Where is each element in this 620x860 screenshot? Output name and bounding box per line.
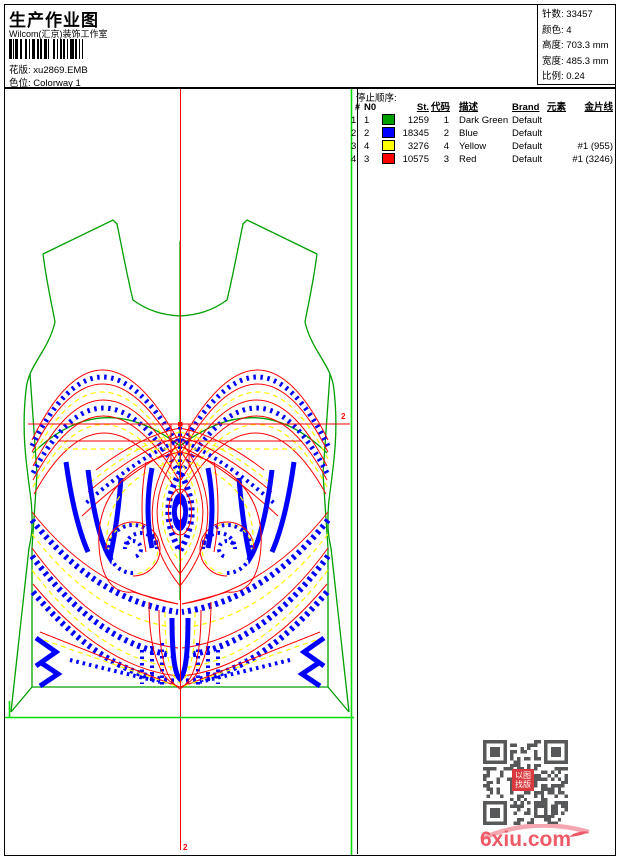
stitch-count: 针数: 33457 xyxy=(542,9,593,20)
guide-label-right: 2 xyxy=(341,412,346,421)
stitch-count-cell: 10575 xyxy=(402,154,429,165)
brand-cell: Default xyxy=(512,141,543,152)
col-sequin: 金片线 xyxy=(584,102,613,113)
colorway-value: Colorway 1 xyxy=(33,78,81,89)
table-row: 3. 4 3276 4 Yellow Default #1 (955) xyxy=(351,140,613,153)
vertical-divider xyxy=(357,88,359,854)
production-worksheet: 生产作业图 Wilcom(汇京)装饰工作室 花版: xu2869.EMB 色位:… xyxy=(0,0,620,860)
code-cell: 4 xyxy=(443,141,449,152)
thread-color-chip-cell xyxy=(379,140,397,154)
thread-color-chip xyxy=(382,140,395,151)
thread-color-chip-cell xyxy=(379,114,397,128)
pattern-file: 花版: xu2869.EMB xyxy=(9,62,88,76)
watermark-text: 6xiu.com xyxy=(480,828,572,851)
stitch-count-cell: 1259 xyxy=(407,115,429,126)
brand-cell: Default xyxy=(512,115,543,126)
col-stitches: St. xyxy=(416,102,429,113)
stop-number: 3. xyxy=(351,141,359,152)
colorway: 色位: Colorway 1 xyxy=(9,75,81,89)
element-cell xyxy=(547,114,569,128)
table-row: 2. 2 18345 2 Blue Default xyxy=(351,127,613,140)
needle-number: 2 xyxy=(364,128,370,139)
thread-color-chip xyxy=(382,153,395,164)
needle-number: 1 xyxy=(364,115,370,126)
element-cell xyxy=(547,140,569,154)
brand-cell: Default xyxy=(512,154,543,165)
red-stamp: 以图 找版 xyxy=(512,769,534,791)
sequin-cell: #1 (3246) xyxy=(572,154,613,165)
description-cell: Dark Green xyxy=(459,115,509,126)
code-cell: 2 xyxy=(443,128,449,139)
design-width: 宽度: 485.3 mm xyxy=(542,55,609,67)
col-description: 描述 xyxy=(459,102,479,113)
sequin-cell: #1 (955) xyxy=(577,141,613,152)
col-brand: Brand xyxy=(512,102,540,113)
guide-label-bottom: 2 xyxy=(183,843,188,852)
thread-color-chip xyxy=(382,114,395,125)
needle-number: 3 xyxy=(364,154,370,165)
color-count: 颜色: 4 xyxy=(542,24,572,36)
thread-color-chip xyxy=(382,127,395,138)
sequin-cell xyxy=(569,114,613,128)
stop-sequence-header: # N0 St. 代码 描述 Brand 元素 金片线 xyxy=(351,101,613,114)
print-scale: 比例: 0.24 xyxy=(542,71,585,82)
description-cell: Red xyxy=(459,154,477,165)
table-row: 1. 1 1259 1 Dark Green Default xyxy=(351,114,613,127)
barcode xyxy=(9,39,87,59)
col-code: 代码 xyxy=(431,102,451,113)
description-cell: Blue xyxy=(459,128,479,139)
table-row: 4. 3 10575 3 Red Default #1 (3246) xyxy=(351,153,613,166)
design-info-box: 针数: 33457 颜色: 4 高度: 703.3 mm 宽度: 485.3 m… xyxy=(537,4,616,85)
watermark: 6xiu.com xyxy=(477,824,597,856)
stop-number: 1. xyxy=(351,115,359,126)
code-cell: 3 xyxy=(443,154,449,165)
thread-color-chip-cell xyxy=(379,127,397,141)
brand-cell: Default xyxy=(512,128,543,139)
code-cell: 1 xyxy=(443,115,449,126)
colorway-label: 色位: xyxy=(9,78,31,89)
needle-number: 4 xyxy=(364,141,370,152)
col-element: 元素 xyxy=(547,102,567,113)
stitch-count-cell: 18345 xyxy=(402,128,429,139)
col-stop: # xyxy=(354,102,361,113)
element-cell xyxy=(547,153,569,167)
element-cell xyxy=(547,127,569,141)
stop-number: 2. xyxy=(351,128,359,139)
description-cell: Yellow xyxy=(459,141,487,152)
stitch-count-cell: 3276 xyxy=(407,141,429,152)
thread-color-chip-cell xyxy=(379,153,397,167)
col-needle: N0 xyxy=(364,102,377,113)
sequin-cell xyxy=(569,127,613,141)
design-height: 高度: 703.3 mm xyxy=(542,40,609,51)
header-divider xyxy=(4,87,616,89)
stop-number: 4. xyxy=(351,154,359,165)
